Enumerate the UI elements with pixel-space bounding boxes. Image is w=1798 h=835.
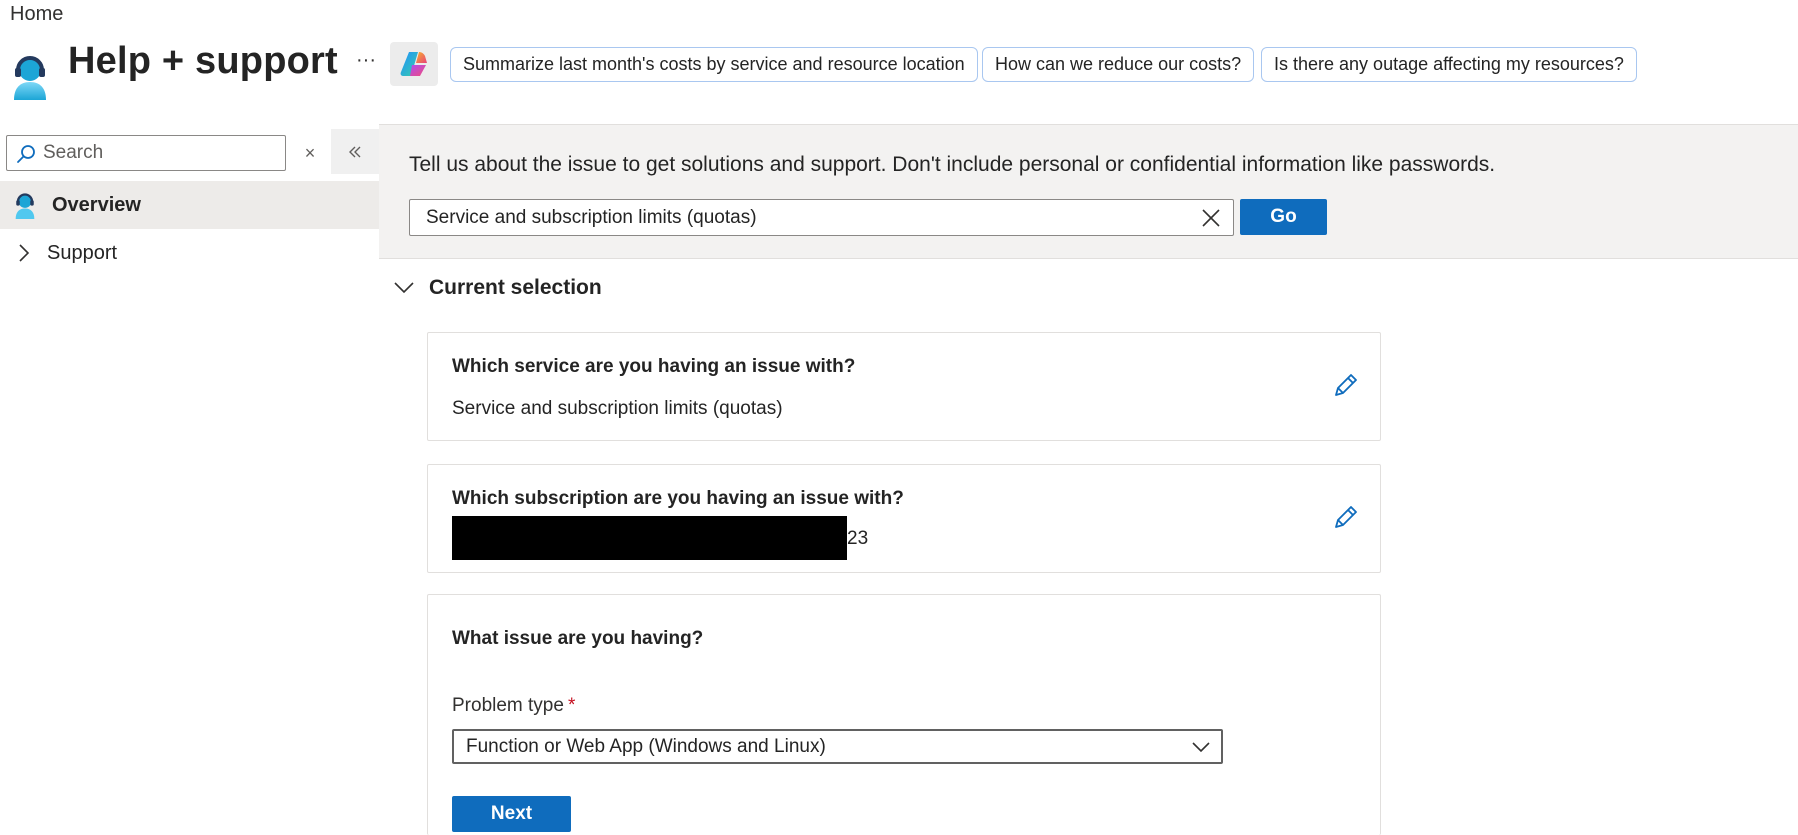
service-question: Which service are you having an issue wi…: [452, 356, 856, 377]
problem-type-label-text: Problem type: [452, 695, 564, 716]
chevron-down-icon: [1192, 742, 1210, 753]
current-selection-title: Current selection: [429, 276, 602, 299]
issue-search-input[interactable]: [424, 204, 1184, 231]
breadcrumb-home[interactable]: Home: [10, 3, 63, 26]
page-title: Help + support: [68, 40, 338, 82]
service-answer: Service and subscription limits (quotas): [452, 398, 783, 419]
edit-pencil-icon[interactable]: [1330, 371, 1360, 401]
copilot-suggestion-costs-summary[interactable]: Summarize last month's costs by service …: [450, 47, 978, 82]
redacted-subscription-name: [452, 516, 847, 560]
issue-question: What issue are you having?: [452, 628, 704, 649]
go-button[interactable]: Go: [1240, 199, 1327, 235]
sidebar-item-label: Overview: [52, 193, 141, 216]
issue-search-box[interactable]: [409, 199, 1234, 236]
copilot-icon: [400, 52, 427, 76]
service-selection-card: Which service are you having an issue wi…: [427, 332, 1381, 441]
edit-pencil-icon[interactable]: [1330, 503, 1360, 533]
sidebar-search-box[interactable]: [6, 135, 286, 171]
sidebar-search-input[interactable]: [41, 139, 279, 167]
subscription-selection-card: Which subscription are you having an iss…: [427, 464, 1381, 573]
issue-search-banner: Tell us about the issue to get solutions…: [379, 125, 1798, 259]
sidebar-item-overview[interactable]: Overview: [0, 181, 379, 229]
close-icon[interactable]: [1201, 208, 1221, 228]
chevron-down-icon: [394, 282, 414, 294]
sidebar-item-label: Support: [47, 241, 118, 264]
clear-search-icon[interactable]: ×: [299, 141, 321, 165]
banner-instruction: Tell us about the issue to get solutions…: [409, 153, 1496, 176]
support-person-icon: [15, 193, 35, 219]
copilot-suggestion-reduce-costs[interactable]: How can we reduce our costs?: [982, 47, 1255, 82]
problem-type-dropdown[interactable]: Function or Web App (Windows and Linux): [452, 729, 1223, 764]
required-marker: *: [567, 695, 576, 716]
collapse-sidebar-button[interactable]: [331, 129, 379, 174]
search-icon: [17, 145, 35, 163]
chevron-right-icon[interactable]: [16, 243, 32, 263]
current-selection-toggle[interactable]: Current selection: [393, 272, 602, 304]
next-button[interactable]: Next: [452, 796, 571, 832]
double-chevron-left-icon: [349, 146, 361, 157]
support-person-icon: [14, 56, 46, 100]
problem-type-label: Problem type *: [452, 695, 575, 717]
subscription-question: Which subscription are you having an iss…: [452, 488, 904, 509]
more-options-button[interactable]: ···: [352, 48, 380, 78]
copilot-button[interactable]: [390, 42, 438, 86]
problem-type-value: Function or Web App (Windows and Linux): [466, 736, 826, 757]
subscription-answer-tail: 23: [847, 528, 869, 549]
copilot-suggestion-outage[interactable]: Is there any outage affecting my resourc…: [1261, 47, 1637, 82]
sidebar-item-support[interactable]: Support: [0, 229, 379, 277]
issue-details-card: What issue are you having? Problem type *…: [427, 594, 1381, 835]
